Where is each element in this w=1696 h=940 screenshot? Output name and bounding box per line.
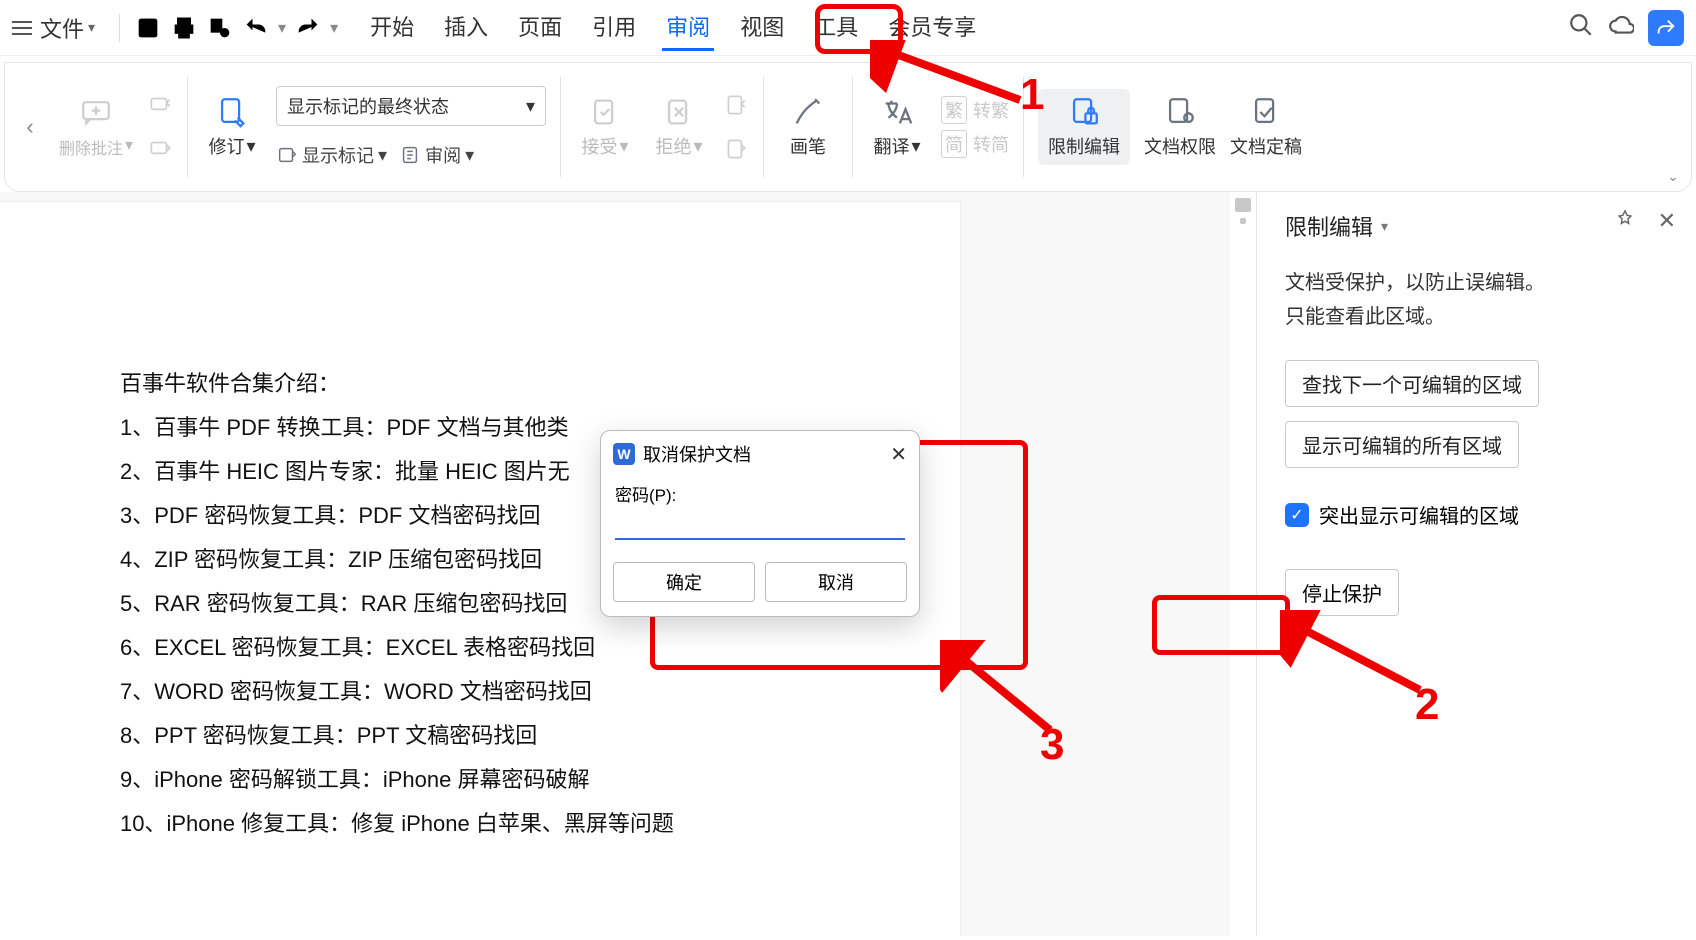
group-comments: 删除批注▾ bbox=[45, 71, 187, 183]
next-comment-icon bbox=[147, 136, 173, 162]
annotation-number-1: 1 bbox=[1020, 70, 1044, 120]
tab-page[interactable]: 页面 bbox=[514, 4, 566, 51]
tab-review[interactable]: 审阅 bbox=[662, 4, 714, 51]
doc-line: 9、iPhone 密码解锁工具：iPhone 屏幕密码破解 bbox=[120, 758, 900, 802]
group-track: 修订▾ 显示标记的最终状态 ▾ 显示标记▾ 审阅▾ bbox=[188, 71, 560, 183]
panel-title: 限制编辑 bbox=[1285, 210, 1373, 242]
show-markup-button[interactable]: 显示标记▾ bbox=[276, 142, 387, 168]
group-pen: 画笔 bbox=[764, 71, 852, 183]
tab-tools[interactable]: 工具 bbox=[810, 4, 862, 51]
cloud-icon[interactable] bbox=[1608, 12, 1634, 43]
group-changes: 接受▾ 拒绝▾ bbox=[561, 71, 763, 183]
track-options: 显示标记的最终状态 ▾ 显示标记▾ 审阅▾ bbox=[276, 86, 546, 168]
pin-icon[interactable] bbox=[1614, 208, 1636, 235]
doc-line: 7、WORD 密码恢复工具：WORD 文档密码找回 bbox=[120, 670, 900, 714]
restrict-edit-button[interactable]: 限制编辑 bbox=[1038, 89, 1130, 165]
preview-icon[interactable] bbox=[206, 14, 234, 42]
next-change-icon bbox=[723, 136, 749, 162]
panel-description: 文档受保护，以防止误编辑。 只能查看此区域。 bbox=[1285, 266, 1668, 334]
group-protect: 限制编辑 文档权限 文档定稿 bbox=[1024, 71, 1316, 183]
doc-permission-button[interactable]: 文档权限 bbox=[1144, 95, 1216, 159]
tab-insert[interactable]: 插入 bbox=[440, 4, 492, 51]
accept-button: 接受▾ bbox=[575, 95, 635, 159]
highlight-editable-checkbox[interactable]: ✓ 突出显示可编辑的区域 bbox=[1285, 500, 1668, 529]
dialog-title: 取消保护文档 bbox=[643, 441, 751, 467]
highlight-editable-label: 突出显示可编辑的区域 bbox=[1319, 500, 1519, 529]
save-icon[interactable] bbox=[134, 14, 162, 42]
ribbon-corner-icon[interactable]: ⌄ bbox=[1667, 168, 1679, 185]
undo-chevron[interactable]: ▾ bbox=[278, 18, 286, 38]
redo-chevron[interactable]: ▾ bbox=[330, 18, 338, 38]
checkbox-checked-icon: ✓ bbox=[1285, 503, 1309, 527]
track-changes-button[interactable]: 修订▾ bbox=[202, 95, 262, 159]
dialog-close-icon[interactable]: ✕ bbox=[890, 442, 907, 467]
reject-button: 拒绝▾ bbox=[649, 95, 709, 159]
ribbon-toolbar: ‹ 删除批注▾ 修订▾ 显示标记的最终状态 ▾ bbox=[4, 62, 1692, 192]
annotation-number-2: 2 bbox=[1415, 680, 1439, 730]
annotation-number-3: 3 bbox=[1040, 720, 1064, 770]
annotation-arrow-1 bbox=[870, 40, 1030, 110]
print-icon[interactable] bbox=[170, 14, 198, 42]
doc-line: 8、PPT 密码恢复工具：PPT 文稿密码找回 bbox=[120, 714, 900, 758]
markup-state-select[interactable]: 显示标记的最终状态 ▾ bbox=[276, 86, 546, 126]
annotation-arrow-2 bbox=[1280, 610, 1430, 700]
file-menu[interactable]: 文件 ▾ bbox=[40, 12, 95, 44]
menu-right-icons bbox=[1568, 10, 1684, 46]
markup-state-label: 显示标记的最终状态 bbox=[287, 93, 449, 119]
show-all-editable-button[interactable]: 显示可编辑的所有区域 bbox=[1285, 421, 1519, 468]
doc-line: 6、EXCEL 密码恢复工具：EXCEL 表格密码找回 bbox=[120, 626, 900, 670]
delete-comments-label[interactable]: 删除批注▾ bbox=[59, 135, 133, 159]
stop-protection-button[interactable]: 停止保护 bbox=[1285, 569, 1399, 616]
doc-title: 百事牛软件合集介绍： bbox=[120, 362, 900, 406]
undo-icon[interactable] bbox=[242, 14, 270, 42]
redo-icon[interactable] bbox=[294, 14, 322, 42]
file-menu-label: 文件 bbox=[40, 12, 84, 44]
menu-bar: 文件 ▾ ▾ ▾ 开始 插入 页面 引用 审阅 视图 工具 会员专享 bbox=[0, 0, 1696, 56]
dialog-ok-button[interactable]: 确定 bbox=[613, 562, 755, 602]
close-icon[interactable]: ✕ bbox=[1658, 208, 1676, 235]
restrict-edit-panel: 限制编辑 ▾ ✕ 文档受保护，以防止误编辑。 只能查看此区域。 查找下一个可编辑… bbox=[1256, 192, 1696, 936]
word-app-icon: W bbox=[613, 443, 635, 465]
chevron-down-icon: ▾ bbox=[88, 19, 95, 36]
chevron-down-icon[interactable]: ▾ bbox=[1381, 218, 1388, 235]
prev-change-icon bbox=[723, 92, 749, 118]
find-next-editable-button[interactable]: 查找下一个可编辑的区域 bbox=[1285, 360, 1539, 407]
new-comment-button bbox=[66, 95, 126, 129]
chevron-down-icon: ▾ bbox=[526, 96, 535, 117]
review-pane-button[interactable]: 审阅▾ bbox=[399, 142, 474, 168]
doc-final-button[interactable]: 文档定稿 bbox=[1230, 95, 1302, 159]
ribbon-collapse-handle[interactable]: ‹ bbox=[15, 71, 45, 183]
pen-button[interactable]: 画笔 bbox=[778, 95, 838, 159]
separator bbox=[119, 14, 120, 42]
scroll-gutter[interactable] bbox=[1230, 192, 1256, 936]
hamburger-icon[interactable] bbox=[12, 21, 32, 35]
tab-start[interactable]: 开始 bbox=[366, 4, 418, 51]
tab-view[interactable]: 视图 bbox=[736, 4, 788, 51]
dialog-cancel-button[interactable]: 取消 bbox=[765, 562, 907, 602]
tab-reference[interactable]: 引用 bbox=[588, 4, 640, 51]
password-label: 密码(P): bbox=[615, 481, 905, 506]
to-simplified-button: 简 转简 bbox=[941, 130, 1009, 158]
prev-comment-icon bbox=[147, 92, 173, 118]
doc-line: 10、iPhone 修复工具：修复 iPhone 白苹果、黑屏等问题 bbox=[120, 802, 900, 846]
password-input[interactable] bbox=[615, 510, 905, 540]
unprotect-dialog: W 取消保护文档 ✕ 密码(P): 确定 取消 bbox=[600, 430, 920, 617]
share-button[interactable] bbox=[1648, 10, 1684, 46]
search-icon[interactable] bbox=[1568, 12, 1594, 43]
